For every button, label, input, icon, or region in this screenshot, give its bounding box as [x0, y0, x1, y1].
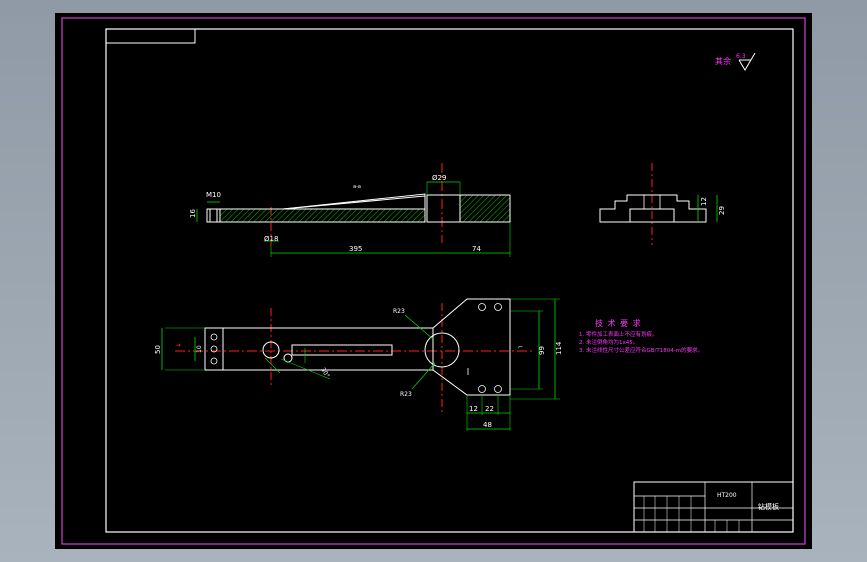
- roughness-value: 6.3: [736, 53, 746, 60]
- top-note: a-a: [353, 184, 361, 190]
- part-name: 钻模板: [758, 502, 779, 511]
- top-view: R23 R23 50 10 ➔ 30° ⌐ 114 99 12 22 48: [154, 298, 563, 431]
- cad-drawing: 其余 6.3 M10 16 Ø29 a-a Ø18 395 74 12 29 R…: [61, 17, 806, 545]
- front-view: M10 16 Ø29 a-a Ø18 395 74: [189, 163, 511, 257]
- dim-angle: 30°: [319, 367, 330, 380]
- outer-frame: [61, 17, 806, 545]
- dim-50: 50: [154, 345, 162, 354]
- dim-12b: 12: [469, 405, 478, 413]
- code-box: [105, 28, 196, 44]
- roughness-symbol: 其余 6.3: [715, 52, 756, 71]
- title-block: HT200 钻模板: [633, 481, 794, 533]
- dim-48: 48: [483, 421, 492, 429]
- dim-395: 395: [349, 245, 362, 253]
- inner-frame: [105, 28, 794, 533]
- cut-arrow-right: ⌐: [518, 344, 523, 351]
- side-view: 12 29: [599, 163, 726, 245]
- tech-item-1: 1. 零件加工表面上不应有划痕。: [579, 330, 658, 338]
- dim-phi18: Ø18: [264, 235, 278, 243]
- dim-22: 22: [485, 405, 494, 413]
- drawing-viewport[interactable]: 其余 6.3 M10 16 Ø29 a-a Ø18 395 74 12 29 R…: [55, 13, 812, 549]
- dim-29: 29: [718, 206, 726, 215]
- dim-10: 10: [196, 345, 203, 353]
- material: HT200: [717, 492, 737, 499]
- dim-r23-bottom: R23: [400, 391, 412, 398]
- dim-16: 16: [189, 209, 197, 218]
- dim-phi29: Ø29: [432, 174, 446, 182]
- tech-requirements: 技 术 要 求 1. 零件加工表面上不应有划痕。 2. 未注倒角均为1x45。 …: [579, 318, 703, 354]
- dim-114: 114: [555, 341, 563, 355]
- tech-item-2: 2. 未注倒角均为1x45。: [579, 338, 638, 346]
- dim-r23-top: R23: [393, 308, 405, 315]
- dim-99: 99: [538, 346, 546, 355]
- dim-74: 74: [472, 245, 481, 253]
- cut-arrow-left: ➔: [176, 342, 181, 349]
- dim-12: 12: [700, 197, 708, 206]
- tech-item-3: 3. 未注线性尺寸公差应符合GB/T1804-m的要求。: [579, 346, 703, 354]
- roughness-label: 其余: [715, 56, 731, 66]
- tech-title: 技 术 要 求: [595, 318, 642, 328]
- dim-m10: M10: [206, 191, 221, 199]
